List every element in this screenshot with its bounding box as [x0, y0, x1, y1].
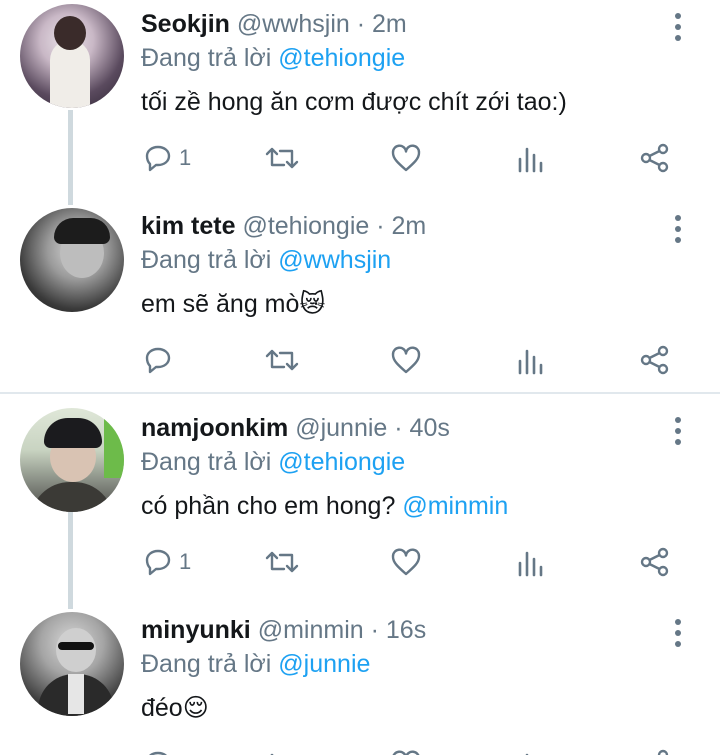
reply-context: Đang trả lời @tehiongie [141, 440, 405, 484]
share-icon [639, 546, 671, 578]
like-button[interactable] [390, 136, 422, 180]
reply-mention[interactable]: @junnie [278, 650, 370, 678]
reply-button[interactable]: 1 [143, 136, 191, 180]
share-button[interactable] [639, 338, 671, 382]
like-icon [390, 345, 422, 375]
retweet-icon [264, 345, 300, 375]
reply-count: 1 [179, 549, 192, 574]
analytics-icon [517, 749, 545, 755]
reply-mention[interactable]: @tehiongie [278, 448, 405, 476]
display-name[interactable]: namjoonkim [141, 414, 288, 442]
separator: · [370, 616, 379, 644]
reply-context: Đang trả lời @junnie [141, 642, 370, 686]
analytics-icon [517, 143, 545, 173]
reply-context: Đang trả lời @wwhsjin [141, 238, 391, 282]
timestamp[interactable]: 2m [372, 10, 407, 38]
reply-button[interactable] [143, 338, 179, 382]
tweet-text: đéo😌 [141, 694, 209, 722]
like-icon [390, 749, 422, 755]
retweet-button[interactable] [264, 540, 300, 584]
avatar[interactable] [20, 612, 124, 716]
more-vertical-icon[interactable] [668, 212, 688, 246]
like-button[interactable] [390, 540, 422, 584]
timestamp[interactable]: 2m [392, 212, 427, 240]
display-name[interactable]: kim tete [141, 212, 235, 240]
retweet-icon [264, 143, 300, 173]
analytics-button[interactable] [517, 540, 545, 584]
analytics-button[interactable] [517, 338, 545, 382]
reply-icon [143, 547, 173, 577]
retweet-button[interactable] [264, 136, 300, 180]
reply-count: 1 [179, 145, 192, 170]
retweet-button[interactable] [264, 742, 300, 755]
tweet-divider [0, 392, 720, 394]
reply-button[interactable] [143, 742, 173, 755]
reply-prefix: Đang trả lời [141, 650, 272, 678]
separator: · [376, 212, 385, 240]
more-vertical-icon[interactable] [668, 414, 688, 448]
reply-context: Đang trả lời @tehiongie [141, 36, 405, 80]
like-button[interactable] [390, 742, 422, 755]
action-bar: 1 [0, 136, 720, 180]
like-button[interactable] [390, 338, 422, 382]
share-icon [639, 748, 671, 755]
reply-icon [143, 749, 173, 755]
action-bar: 1 [0, 540, 720, 584]
avatar[interactable] [20, 4, 124, 108]
separator: · [394, 414, 403, 442]
tweet-text-body: có phần cho em hong? [141, 492, 396, 520]
more-vertical-icon[interactable] [668, 10, 688, 44]
analytics-icon [517, 547, 545, 577]
like-icon [390, 143, 422, 173]
tweet[interactable]: Seokjin @wwhsjin · 2m Đang trả lời @tehi… [0, 0, 720, 200]
reply-prefix: Đang trả lời [141, 448, 272, 476]
reply-icon [143, 345, 173, 375]
tweet[interactable]: namjoonkim @junnie · 40s Đang trả lời @t… [0, 404, 720, 604]
analytics-button[interactable] [517, 136, 545, 180]
timestamp[interactable]: 16s [386, 616, 426, 644]
reply-prefix: Đang trả lời [141, 246, 272, 274]
display-name[interactable]: minyunki [141, 616, 251, 644]
reply-icon [143, 143, 173, 173]
retweet-button[interactable] [264, 338, 300, 382]
tweet[interactable]: minyunki @minmin · 16s Đang trả lời @jun… [0, 606, 720, 755]
handle[interactable]: @junnie [295, 414, 387, 442]
tweet-text: tối zề hong ăn cơm được chít zới tao:) [141, 88, 567, 116]
handle[interactable]: @tehiongie [242, 212, 369, 240]
retweet-icon [264, 749, 300, 755]
tweet[interactable]: kim tete @tehiongie · 2m Đang trả lời @w… [0, 202, 720, 392]
timestamp[interactable]: 40s [410, 414, 450, 442]
share-button[interactable] [639, 540, 671, 584]
tweet-text: có phần cho em hong? @minmin [141, 484, 508, 528]
reply-prefix: Đang trả lời [141, 44, 272, 72]
analytics-button[interactable] [517, 742, 545, 755]
action-bar [0, 742, 720, 755]
retweet-icon [264, 547, 300, 577]
reply-mention[interactable]: @tehiongie [278, 44, 405, 72]
avatar[interactable] [20, 208, 124, 312]
reply-mention[interactable]: @wwhsjin [278, 246, 391, 274]
handle[interactable]: @minmin [258, 616, 364, 644]
handle[interactable]: @wwhsjin [237, 10, 350, 38]
tweet-text: em sẽ ăng mò😿 [141, 290, 326, 318]
share-icon [639, 142, 671, 174]
reply-button[interactable]: 1 [143, 540, 191, 584]
display-name[interactable]: Seokjin [141, 10, 230, 38]
share-button[interactable] [639, 742, 671, 755]
avatar[interactable] [20, 408, 124, 512]
separator: · [356, 10, 366, 38]
analytics-icon [517, 345, 545, 375]
share-icon [639, 344, 671, 376]
text-mention[interactable]: @minmin [402, 492, 508, 520]
action-bar [0, 338, 720, 382]
share-button[interactable] [639, 136, 671, 180]
like-icon [390, 547, 422, 577]
more-vertical-icon[interactable] [668, 616, 688, 650]
